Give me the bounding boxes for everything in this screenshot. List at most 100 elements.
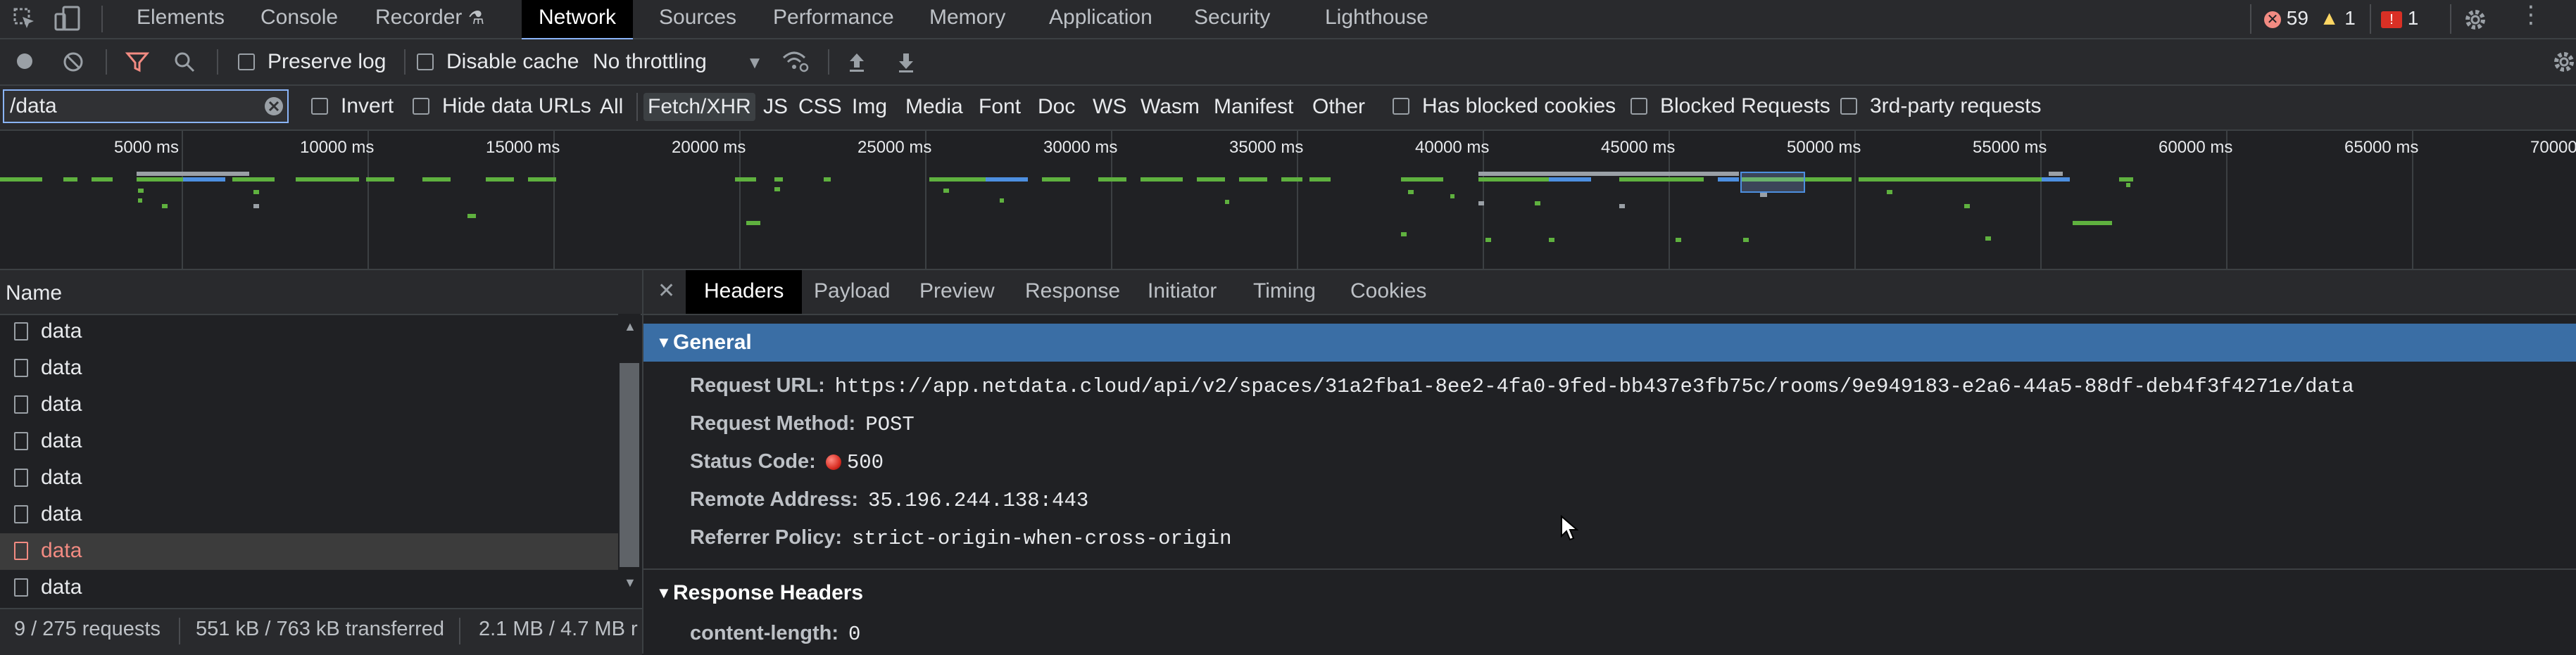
tab-initiator[interactable]: Initiator bbox=[1148, 270, 1217, 314]
blocked-requests-checkbox[interactable] bbox=[1631, 98, 1647, 115]
name-column-header[interactable]: Name bbox=[0, 270, 642, 315]
request-row[interactable]: data bbox=[0, 350, 618, 387]
tab-sources[interactable]: Sources bbox=[659, 0, 736, 38]
dropdown-arrow-icon: ▼ bbox=[746, 53, 763, 72]
waterfall-segment bbox=[1676, 238, 1681, 242]
tab-security[interactable]: Security bbox=[1194, 0, 1270, 38]
filter-input[interactable] bbox=[3, 89, 289, 123]
request-row[interactable]: data bbox=[0, 424, 618, 460]
throttling-select[interactable]: No throttling ▼ bbox=[593, 50, 763, 74]
filter-type-other[interactable]: Other bbox=[1308, 93, 1369, 121]
waterfall-segment bbox=[1535, 201, 1540, 205]
tab-cookies[interactable]: Cookies bbox=[1350, 270, 1426, 314]
invert-checkbox[interactable] bbox=[311, 98, 328, 115]
inspect-element-icon[interactable] bbox=[13, 7, 37, 35]
request-list-scrollbar[interactable]: ▲ ▼ bbox=[618, 314, 641, 595]
tab-elements[interactable]: Elements bbox=[137, 0, 225, 38]
filter-type-manifest[interactable]: Manifest bbox=[1210, 93, 1298, 121]
waterfall-segment bbox=[63, 177, 77, 182]
request-row[interactable]: data bbox=[0, 497, 618, 533]
tab-memory[interactable]: Memory bbox=[929, 0, 1005, 38]
request-row[interactable]: data bbox=[0, 533, 618, 570]
third-party-checkbox[interactable] bbox=[1840, 98, 1857, 115]
filter-type-media[interactable]: Media bbox=[901, 93, 967, 121]
response-headers-title: Response Headers bbox=[673, 581, 864, 604]
waterfall-segment bbox=[746, 221, 760, 225]
preserve-log-label: Preserve log bbox=[268, 50, 387, 73]
filter-type-img[interactable]: Img bbox=[848, 93, 891, 121]
waterfall-segment bbox=[528, 177, 556, 182]
request-url-row: Request URL: https://app.netdata.cloud/ap… bbox=[690, 374, 2354, 398]
request-details-pane: ✕ Headers Payload Preview Response Initi… bbox=[643, 270, 2576, 654]
request-row[interactable]: data bbox=[0, 314, 618, 350]
tab-console[interactable]: Console bbox=[260, 0, 338, 38]
import-har-icon[interactable] bbox=[846, 51, 867, 77]
clear-filter-icon[interactable] bbox=[263, 96, 284, 121]
separator bbox=[101, 6, 103, 32]
preserve-log-checkbox[interactable] bbox=[238, 53, 255, 70]
issues-badge[interactable]: ! 1 bbox=[2381, 4, 2418, 33]
waterfall-segment bbox=[92, 177, 113, 182]
record-icon[interactable] bbox=[14, 51, 35, 76]
filter-type-doc[interactable]: Doc bbox=[1033, 93, 1079, 121]
settings-gear-icon[interactable] bbox=[2463, 7, 2488, 37]
waterfall-segment bbox=[1281, 177, 1302, 182]
filter-type-ws[interactable]: WS bbox=[1088, 93, 1131, 121]
tab-application[interactable]: Application bbox=[1049, 0, 1152, 38]
waterfall-segment bbox=[1549, 177, 1591, 182]
general-section-header[interactable]: ▼ General bbox=[643, 324, 2576, 362]
more-options-icon[interactable]: ⋮ bbox=[2519, 3, 2543, 27]
network-conditions-icon[interactable] bbox=[781, 49, 810, 77]
tab-response[interactable]: Response bbox=[1025, 270, 1120, 314]
request-row[interactable]: data bbox=[0, 387, 618, 424]
filter-type-fetch-xhr[interactable]: Fetch/XHR bbox=[643, 93, 755, 121]
separator bbox=[828, 49, 829, 75]
tab-lighthouse[interactable]: Lighthouse bbox=[1325, 0, 1428, 38]
waterfall-segment bbox=[1964, 204, 1970, 208]
response-headers-section-header[interactable]: ▼ Response Headers bbox=[643, 574, 2576, 612]
throttling-value: No throttling bbox=[593, 50, 707, 73]
filter-type-wasm[interactable]: Wasm bbox=[1136, 93, 1204, 121]
timeline-tick-label: 55000 ms bbox=[1973, 138, 2047, 157]
request-row[interactable]: data bbox=[0, 570, 618, 606]
tab-preview[interactable]: Preview bbox=[919, 270, 995, 314]
error-icon: ✕ bbox=[2264, 11, 2281, 28]
waterfall-segment bbox=[1450, 194, 1455, 198]
filter-icon[interactable] bbox=[125, 51, 150, 77]
waterfall-segment bbox=[1401, 232, 1407, 236]
scroll-up-icon[interactable]: ▲ bbox=[624, 319, 636, 334]
network-settings-gear-icon[interactable] bbox=[2551, 49, 2576, 79]
waterfall-segment bbox=[1802, 177, 1852, 182]
network-overview-timeline[interactable]: 5000 ms 10000 ms 15000 ms 20000 ms 25000 ms 3… bbox=[0, 131, 2576, 270]
timeline-tick-label: 50000 ms bbox=[1787, 138, 1861, 157]
export-har-icon[interactable] bbox=[896, 51, 917, 77]
waterfall-segment bbox=[1098, 177, 1126, 182]
request-method-value: POST bbox=[865, 413, 915, 436]
console-counts-badge[interactable]: ✕ 59 ▲ 1 bbox=[2264, 4, 2356, 33]
tab-network[interactable]: Network bbox=[522, 0, 634, 40]
timeline-tick-label: 40000 ms bbox=[1415, 138, 1490, 157]
close-details-icon[interactable]: ✕ bbox=[658, 279, 675, 303]
tab-performance[interactable]: Performance bbox=[773, 0, 894, 38]
clear-icon[interactable] bbox=[62, 51, 84, 77]
filter-type-css[interactable]: CSS bbox=[794, 93, 846, 121]
tab-payload[interactable]: Payload bbox=[814, 270, 890, 314]
filter-type-js[interactable]: JS bbox=[759, 93, 792, 121]
tab-timing[interactable]: Timing bbox=[1253, 270, 1316, 314]
tab-headers[interactable]: Headers bbox=[686, 270, 803, 314]
tab-recorder[interactable]: Recorder ⚗ bbox=[375, 0, 484, 38]
filter-type-font[interactable]: Font bbox=[974, 93, 1025, 121]
scroll-thumb[interactable] bbox=[620, 363, 639, 567]
disable-cache-checkbox[interactable] bbox=[417, 53, 434, 70]
has-blocked-cookies-checkbox[interactable] bbox=[1393, 98, 1409, 115]
request-row[interactable]: data bbox=[0, 460, 618, 497]
hide-data-urls-checkbox[interactable] bbox=[413, 98, 429, 115]
expand-triangle-icon: ▼ bbox=[656, 333, 672, 351]
device-toolbar-icon[interactable] bbox=[54, 6, 82, 37]
third-party-label: 3rd-party requests bbox=[1870, 94, 2042, 117]
filter-type-all[interactable]: All bbox=[596, 93, 627, 121]
search-icon[interactable] bbox=[173, 51, 196, 77]
separator bbox=[217, 49, 218, 75]
scroll-down-icon[interactable]: ▼ bbox=[624, 575, 636, 590]
waterfall-segment bbox=[735, 177, 756, 182]
